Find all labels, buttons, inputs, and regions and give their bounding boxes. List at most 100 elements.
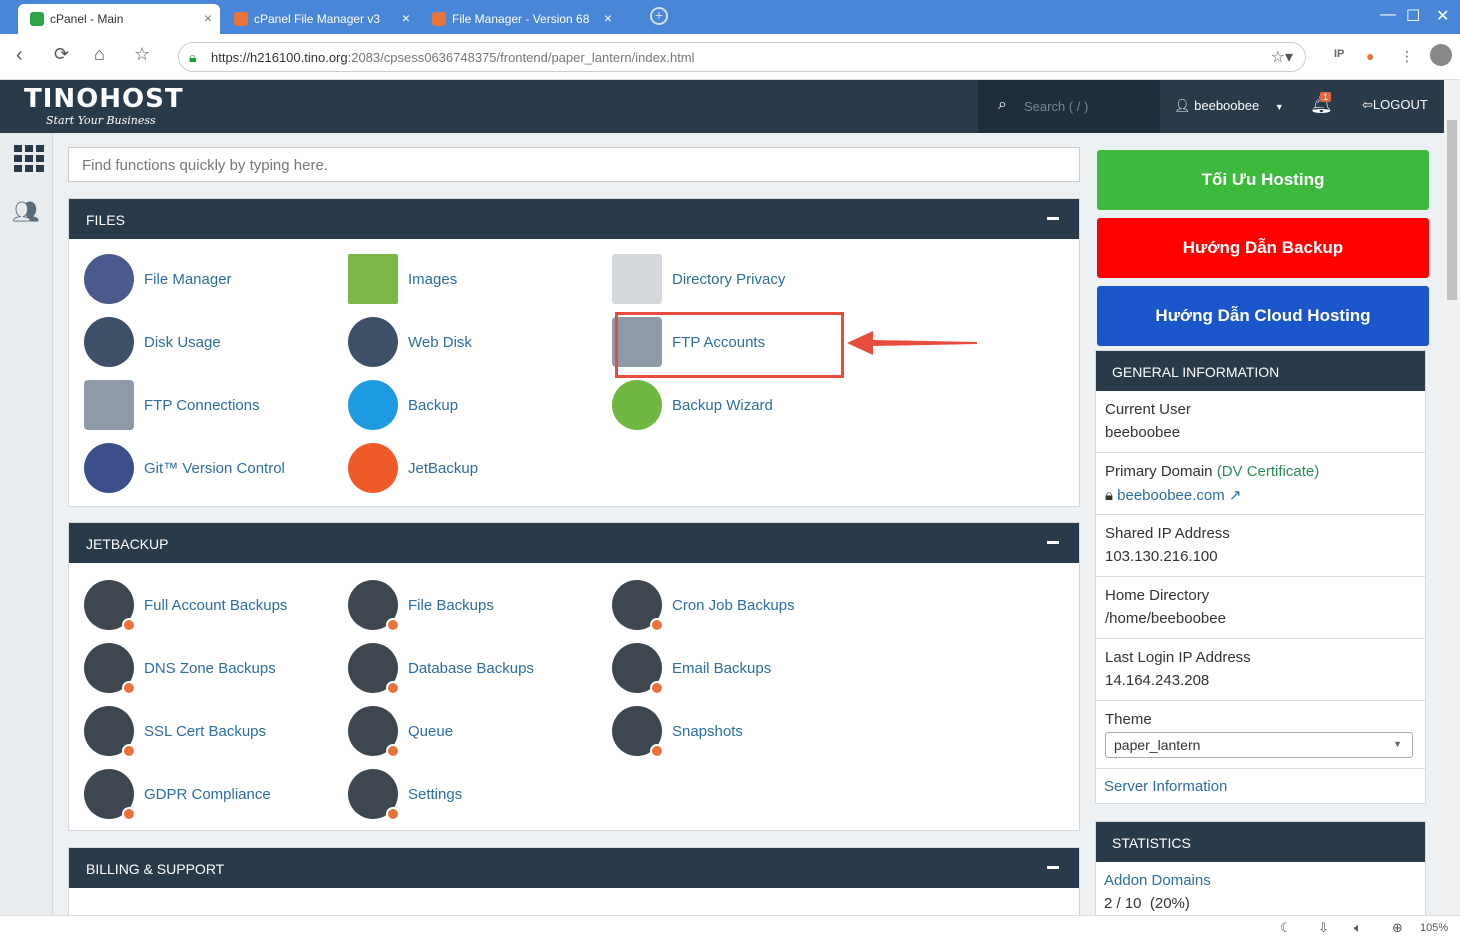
scrollbar-thumb[interactable] (1447, 120, 1457, 300)
email-backups-icon (612, 643, 664, 695)
addon-domains-link[interactable]: Addon Domains (1104, 872, 1417, 889)
profile-avatar[interactable] (1430, 44, 1452, 66)
tinohost-logo[interactable]: TINOHOST (24, 84, 184, 114)
gdpr-compliance-link[interactable]: GDPR Compliance (84, 769, 271, 821)
url-text: https://h216100.tino.org:2083/cpsess0636… (211, 50, 695, 65)
page-scrollbar[interactable] (1444, 80, 1460, 915)
server-information-link[interactable]: Server Information (1104, 778, 1227, 795)
ssl-cert-backups-link[interactable]: SSL Cert Backups (84, 706, 266, 758)
backup-icon (348, 380, 398, 430)
full-account-backups-icon (84, 580, 136, 632)
directory-privacy-link[interactable]: Directory Privacy (612, 254, 785, 304)
settings-link[interactable]: Settings (348, 769, 462, 821)
disk-usage-icon (84, 317, 134, 367)
files-header[interactable]: FILES (69, 199, 1079, 239)
file-backups-link[interactable]: File Backups (348, 580, 494, 632)
theme-value: paper_lantern (1114, 737, 1201, 753)
jetbackup-link[interactable]: JetBackup (348, 443, 478, 493)
header-search[interactable]: ⌕ Search ( / ) (978, 80, 1160, 133)
addon-domains-percent: (20%) (1149, 895, 1190, 912)
shared-ip-label: Shared IP Address (1105, 525, 1230, 542)
theme-label: Theme (1105, 711, 1152, 728)
logout-button[interactable]: ⇦LOGOUT (1362, 97, 1428, 113)
collapse-icon[interactable] (1047, 541, 1059, 544)
snapshots-link[interactable]: Snapshots (612, 706, 743, 758)
web-disk-link[interactable]: Web Disk (348, 317, 472, 367)
backup-link[interactable]: Backup (348, 380, 458, 430)
primary-domain-link[interactable]: beeboobee.com (1117, 487, 1225, 504)
last-login-value: 14.164.243.208 (1105, 672, 1210, 689)
dv-certificate-link[interactable]: (DV Certificate) (1217, 463, 1320, 480)
git-version-control-link[interactable]: Git™ Version Control (84, 443, 285, 493)
jetbackup-panel: JETBACKUP Full Account Backups File Back… (68, 522, 1080, 831)
queue-link[interactable]: Queue (348, 706, 453, 758)
backup-wizard-link[interactable]: Backup Wizard (612, 380, 773, 430)
chevron-down-icon: ▼ (1393, 739, 1402, 749)
tab-cpanel-main[interactable]: cPanel - Main × (18, 4, 220, 34)
new-tab-icon[interactable]: + (650, 7, 668, 25)
tab-file-manager-version[interactable]: File Manager - Version 68 × (420, 4, 620, 34)
cron-job-backups-link[interactable]: Cron Job Backups (612, 580, 795, 632)
menu-icon[interactable]: ⋮ (1400, 48, 1414, 65)
home-icon[interactable]: ⌂ (94, 44, 105, 65)
tab-file-manager-v3[interactable]: cPanel File Manager v3 × (222, 4, 418, 34)
ftp-connections-link[interactable]: FTP Connections (84, 380, 260, 430)
fire-extension-icon[interactable]: ● (1366, 48, 1374, 64)
zoom-icon[interactable]: ⊕ (1392, 920, 1403, 936)
snapshots-icon (612, 706, 664, 758)
huong-dan-backup-button[interactable]: Hướng Dẫn Backup (1097, 218, 1429, 278)
theme-select[interactable]: paper_lantern ▼ (1105, 732, 1413, 758)
database-backups-link[interactable]: Database Backups (348, 643, 534, 695)
notification-count: 1 (1320, 92, 1332, 102)
user-menu[interactable]: 👤︎ beeboobee ▼ (1174, 98, 1284, 114)
cron-job-backups-icon (612, 580, 664, 632)
external-link-icon[interactable]: ↗ (1229, 487, 1242, 504)
close-icon[interactable]: × (204, 10, 212, 26)
full-account-backups-link[interactable]: Full Account Backups (84, 580, 287, 632)
url-host: https://h216100.tino.org (211, 50, 348, 65)
close-icon[interactable]: × (604, 10, 612, 26)
user-icon: 👤︎ (1174, 98, 1191, 113)
file-manager-link[interactable]: File Manager (84, 254, 232, 304)
huong-dan-cloud-hosting-button[interactable]: Hướng Dẫn Cloud Hosting (1097, 286, 1429, 346)
logout-icon: ⇦ (1362, 97, 1373, 112)
dns-zone-backups-link[interactable]: DNS Zone Backups (84, 643, 276, 695)
cpanel-favicon-icon (432, 12, 446, 26)
reload-icon[interactable]: ⟳ (54, 44, 69, 65)
quick-search-input[interactable]: Find functions quickly by typing here. (68, 147, 1080, 182)
section-title: FILES (86, 212, 125, 228)
file-backups-icon (348, 580, 400, 632)
item-label: SSL Cert Backups (144, 722, 266, 740)
browser-tab-bar: cPanel - Main × cPanel File Manager v3 ×… (0, 0, 1460, 34)
window-close-icon[interactable]: ✕ (1436, 6, 1449, 26)
item-label: File Manager (144, 270, 232, 288)
jetbackup-header[interactable]: JETBACKUP (69, 523, 1079, 563)
maximize-icon[interactable]: ☐ (1406, 6, 1420, 26)
collapse-icon[interactable] (1047, 217, 1059, 220)
disk-usage-link[interactable]: Disk Usage (84, 317, 221, 367)
email-backups-link[interactable]: Email Backups (612, 643, 771, 695)
last-login-row: Last Login IP Address 14.164.243.208 (1096, 639, 1425, 701)
notifications-bell-icon[interactable]: 🔔︎ 1 (1310, 92, 1333, 115)
ip-extension-icon[interactable]: IP (1334, 48, 1344, 60)
primary-domain-label: Primary Domain (1105, 463, 1213, 480)
close-icon[interactable]: × (402, 10, 410, 26)
ssl-cert-backups-icon (84, 706, 136, 758)
volume-icon[interactable]: 🔈︎ (1354, 920, 1362, 936)
collapse-icon[interactable] (1047, 866, 1059, 869)
logout-label: LOGOUT (1372, 97, 1428, 112)
billing-header[interactable]: BILLING & SUPPORT (69, 848, 1079, 888)
url-field[interactable]: 🔒︎ https://h216100.tino.org:2083/cpsess0… (178, 42, 1306, 72)
download-icon[interactable]: ⇩ (1318, 920, 1329, 936)
users-icon[interactable]: 👥︎ (12, 199, 40, 225)
star-icon[interactable]: ☆▾ (1271, 47, 1293, 67)
bookmark-star-icon[interactable]: ☆ (134, 44, 150, 65)
night-mode-icon[interactable]: ☾ (1280, 920, 1292, 936)
item-label: Backup Wizard (672, 396, 773, 414)
minimize-icon[interactable]: — (1380, 6, 1396, 24)
apps-grid-icon[interactable] (14, 145, 44, 172)
toi-uu-hosting-button[interactable]: Tối Ưu Hosting (1097, 150, 1429, 210)
header-search-placeholder: Search ( / ) (1024, 99, 1089, 114)
back-icon[interactable]: ‹ (16, 44, 23, 67)
images-link[interactable]: Images (348, 254, 457, 304)
